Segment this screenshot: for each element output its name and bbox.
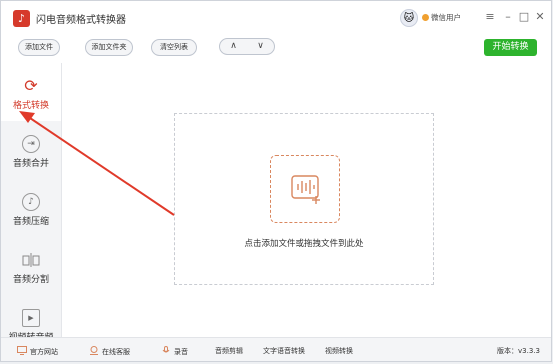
- main-content: 点击添加文件或拖拽文件到此处: [62, 63, 551, 337]
- maximize-button[interactable]: □: [517, 10, 531, 24]
- avatar[interactable]: 🐱: [400, 9, 418, 27]
- menu-icon[interactable]: ≡: [483, 10, 497, 24]
- move-up-button[interactable]: ∧: [220, 39, 247, 54]
- sidebar-item-label: 音频分割: [12, 275, 49, 285]
- video-convert-link[interactable]: 视频转换: [325, 346, 353, 356]
- sidebar-item-format-convert[interactable]: ⟳ 格式转换: [1, 63, 61, 121]
- monitor-icon: [17, 346, 27, 355]
- app-logo-icon: ♪: [13, 10, 30, 27]
- sidebar: ⟳ 格式转换 ⇥ 音频合并 ♪ 音频压缩 音频分割 ▶ 视频转音频: [1, 63, 62, 343]
- video-play-icon: ▶: [22, 309, 40, 327]
- sidebar-item-audio-split[interactable]: 音频分割: [1, 237, 61, 295]
- move-down-button[interactable]: ∨: [247, 39, 274, 54]
- file-drop-zone[interactable]: 点击添加文件或拖拽文件到此处: [174, 113, 434, 285]
- sidebar-item-audio-compress[interactable]: ♪ 音频压缩: [1, 179, 61, 237]
- minimize-button[interactable]: –: [501, 10, 515, 24]
- sidebar-item-label: 格式转换: [12, 101, 49, 111]
- support-link[interactable]: 在线客服: [89, 346, 130, 357]
- record-label: 录音: [174, 348, 188, 356]
- user-name[interactable]: 微信用户: [431, 12, 461, 23]
- website-link[interactable]: 官方网站: [17, 346, 58, 357]
- compress-icon: ♪: [22, 193, 40, 211]
- clear-list-button[interactable]: 清空列表: [151, 39, 197, 56]
- title-bar: ♪ 闪电音频格式转换器 🐱 微信用户 ≡ – □ ✕: [1, 1, 551, 36]
- add-folder-button[interactable]: 添加文件夹: [85, 39, 133, 56]
- audio-add-icon: [291, 175, 320, 204]
- headset-icon: [89, 346, 99, 355]
- toolbar: 添加文件 添加文件夹 清空列表 ∧ ∨ 开始转换: [1, 36, 551, 64]
- sidebar-item-audio-merge[interactable]: ⇥ 音频合并: [1, 121, 61, 179]
- app-title: 闪电音频格式转换器: [36, 15, 126, 26]
- start-convert-button[interactable]: 开始转换: [484, 39, 537, 56]
- close-button[interactable]: ✕: [533, 10, 547, 24]
- record-link[interactable]: 录音: [161, 346, 188, 357]
- app-window: ♪ 闪电音频格式转换器 🐱 微信用户 ≡ – □ ✕ 添加文件 添加文件夹 清空…: [0, 0, 552, 362]
- audio-edit-link[interactable]: 音频剪辑: [215, 346, 243, 356]
- tts-link[interactable]: 文字语音转换: [263, 346, 305, 356]
- add-audio-button[interactable]: [270, 155, 340, 223]
- version-text: 版本：v3.3.3: [497, 347, 540, 355]
- website-label: 官方网站: [30, 348, 58, 356]
- sidebar-item-label: 音频合并: [12, 159, 49, 169]
- footer-bar: 官方网站 在线客服 录音 音频剪辑 文字语音转换 视频转换 版本：v3.3.3: [1, 337, 551, 361]
- order-controls: ∧ ∨: [219, 38, 275, 55]
- vip-badge-icon: [422, 14, 429, 21]
- sidebar-item-label: 音频压缩: [12, 217, 49, 227]
- drop-hint-text: 点击添加文件或拖拽文件到此处: [244, 239, 364, 249]
- merge-icon: ⇥: [22, 135, 40, 153]
- add-file-button[interactable]: 添加文件: [18, 39, 60, 56]
- support-label: 在线客服: [102, 348, 130, 356]
- microphone-icon: [161, 346, 171, 355]
- split-icon: [22, 251, 40, 269]
- refresh-icon: ⟳: [24, 76, 38, 95]
